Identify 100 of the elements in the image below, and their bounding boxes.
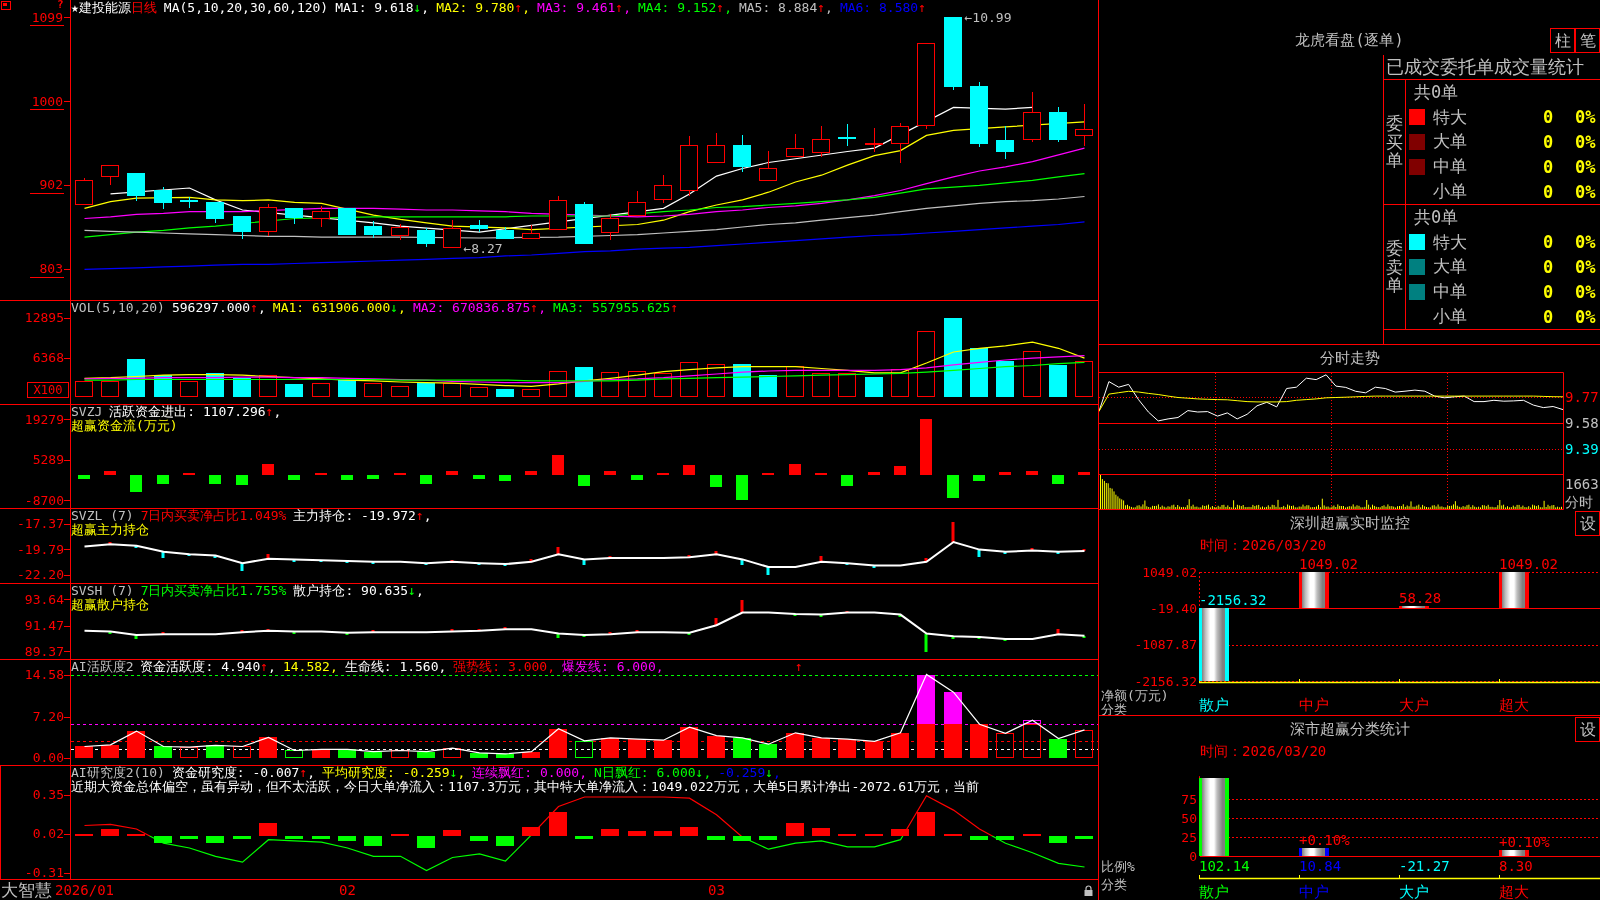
volume-axis-label: 分时 <box>1565 494 1593 510</box>
y-axis-label: 1000 <box>31 93 63 109</box>
y-axis-label: 14.58 <box>24 667 64 683</box>
signal-arrow: ↑ <box>795 660 803 674</box>
indicator-value: 14.582, <box>282 660 338 674</box>
order-percent: 0% <box>1575 156 1597 177</box>
y-axis-label: -19.40 <box>1150 600 1197 616</box>
y-axis-label: 50 <box>1181 810 1197 826</box>
indicator-value: 平均研究度: -0.259↓, <box>322 766 466 780</box>
order-count: 0 <box>1543 156 1555 177</box>
y-axis-label: 803 <box>39 261 63 277</box>
axis-title: 净额(万元) <box>1101 687 1169 703</box>
indicator-value: 主力持仓: -19.972↑, <box>293 509 432 523</box>
y-axis-label: 6368 <box>32 350 64 366</box>
order-count: 0 <box>1543 281 1555 302</box>
help-icon: ? <box>57 0 64 10</box>
value-label: 10.84 <box>1299 858 1342 874</box>
y-axis-label: -8700 <box>24 492 64 508</box>
indicator-value: MA2: 670836.875↑, <box>412 301 546 315</box>
order-count: 0 <box>1543 232 1555 253</box>
y-axis-label: 9.39 <box>1565 441 1599 458</box>
order-count: 0 <box>1543 107 1555 128</box>
value-label: -21.27 <box>1399 858 1450 874</box>
indicator-value: MA3: 557955.625↑ <box>553 301 679 315</box>
y-axis-label: 91.47 <box>24 618 64 634</box>
y-axis-label: 1049.02 <box>1142 564 1197 580</box>
order-total: 共0单 <box>1414 205 1459 229</box>
chart-period: 日线 <box>130 1 157 15</box>
panel-title: 龙虎看盘(逐单) <box>1295 31 1404 51</box>
chart-annotation: ←10.99 <box>964 9 1012 25</box>
y-axis-label: 1099 <box>31 9 63 25</box>
indicator-value: SVSH (7) <box>71 584 134 598</box>
y-axis-label: 0.35 <box>32 787 64 803</box>
category-label: 超大 <box>1499 696 1529 714</box>
order-percent: 0% <box>1575 232 1597 253</box>
value-label: 1049.02 <box>1299 556 1358 572</box>
indicator-value: N日飘红: 6.000↓, <box>594 766 712 780</box>
star-icon: ★ <box>71 1 79 15</box>
value-label: -2156.32 <box>1199 591 1267 608</box>
chart-annotation: ←8.27 <box>463 240 503 256</box>
category-label: 大户 <box>1399 696 1429 714</box>
y-axis-label: 7.20 <box>32 709 64 725</box>
order-percent: 0% <box>1575 107 1597 128</box>
indicator-value: MA4: 9.152↑, <box>638 1 732 15</box>
indicator-title: 超赢主力持仓 <box>71 523 149 537</box>
order-percent: 0% <box>1575 281 1597 302</box>
y-axis-label: 12895 <box>24 310 64 326</box>
y-axis-label: 9.77 <box>1565 388 1599 405</box>
order-type: 中单 <box>1433 155 1468 179</box>
indicator-value: MA2: 9.780↑, <box>436 1 531 15</box>
order-type: 大单 <box>1433 130 1468 154</box>
order-type: 大单 <box>1433 255 1468 279</box>
axis-title: 分类 <box>1101 876 1127 892</box>
date-label: 02 <box>339 882 356 898</box>
indicator-value: 散户持仓: 90.635↓, <box>293 584 424 598</box>
y-axis-label: 25 <box>1181 829 1197 845</box>
y-axis-label: 0 <box>1189 848 1197 864</box>
order-percent: 0% <box>1575 257 1597 277</box>
value-label: 102.14 <box>1199 858 1250 874</box>
indicator-value: SVZJ <box>71 405 103 419</box>
category-label: 中户 <box>1299 883 1329 900</box>
panel-title: 深圳超赢实时监控 <box>1289 513 1410 534</box>
order-count: 0 <box>1543 306 1555 327</box>
volume-axis-label: 1663 <box>1565 476 1599 492</box>
category-label: 散户 <box>1199 696 1229 714</box>
indicator-value: AI研究度2(10) <box>71 766 165 780</box>
date-label: 2026/01 <box>55 882 114 898</box>
order-type: 特大 <box>1433 105 1468 129</box>
change-label: +0.10% <box>1499 833 1550 850</box>
y-axis-label: 0.00 <box>32 750 64 765</box>
indicator-title: 超赢散户持仓 <box>71 598 149 612</box>
order-count: 0 <box>1543 181 1555 202</box>
indicator-value: 资金活跃度: 4.940↑, <box>140 660 276 674</box>
y-axis-label: -19.79 <box>17 541 64 557</box>
indicator-value: 爆发线: 6.000, <box>562 660 664 674</box>
category-label: 中户 <box>1299 696 1329 714</box>
indicator-value: 连续飘红: 0.000, <box>472 766 587 780</box>
y-axis-label: -22.20 <box>17 567 64 583</box>
y-axis-label: -1087.87 <box>1134 637 1197 653</box>
axis-title: 比例% <box>1101 858 1135 874</box>
y-axis-label: 9.58 <box>1565 415 1599 431</box>
order-percent: 0% <box>1575 181 1597 202</box>
row-group-label: 委卖单 <box>1386 238 1403 296</box>
order-type: 特大 <box>1433 230 1468 254</box>
value-label: 1049.02 <box>1499 556 1558 572</box>
y-axis-label: 0.02 <box>32 826 64 842</box>
change-label: +0.10% <box>1299 831 1350 848</box>
indicator-value: 强势线: 3.000, <box>453 660 555 674</box>
indicator-value: MA1: 9.618↓, <box>335 1 430 15</box>
y-axis-label: 89.37 <box>24 643 64 659</box>
y-axis-label: -17.37 <box>17 516 64 532</box>
timestamp: 时间：2026/03/20 <box>1200 743 1327 761</box>
stock-name: 建投能源 <box>78 1 131 15</box>
analysis-text: 近期大资金总体偏空，虽有异动，但不太活跃，今日大单净流入：1107.3万元，其中特大单净流入：1049.022万元，大单5日累计净出-2072.61万元，当前 <box>71 780 979 794</box>
table-title: 已成交委托单成交量统计 <box>1386 56 1584 77</box>
y-axis-label: -2156.32 <box>1134 673 1197 689</box>
indicator-value: MA6: 8.580↑ <box>839 1 926 15</box>
indicator-value: 资金研究度: -0.007↑, <box>171 766 316 780</box>
indicator-value: -0.259↓, <box>718 766 781 780</box>
order-type: 小单 <box>1433 180 1468 204</box>
